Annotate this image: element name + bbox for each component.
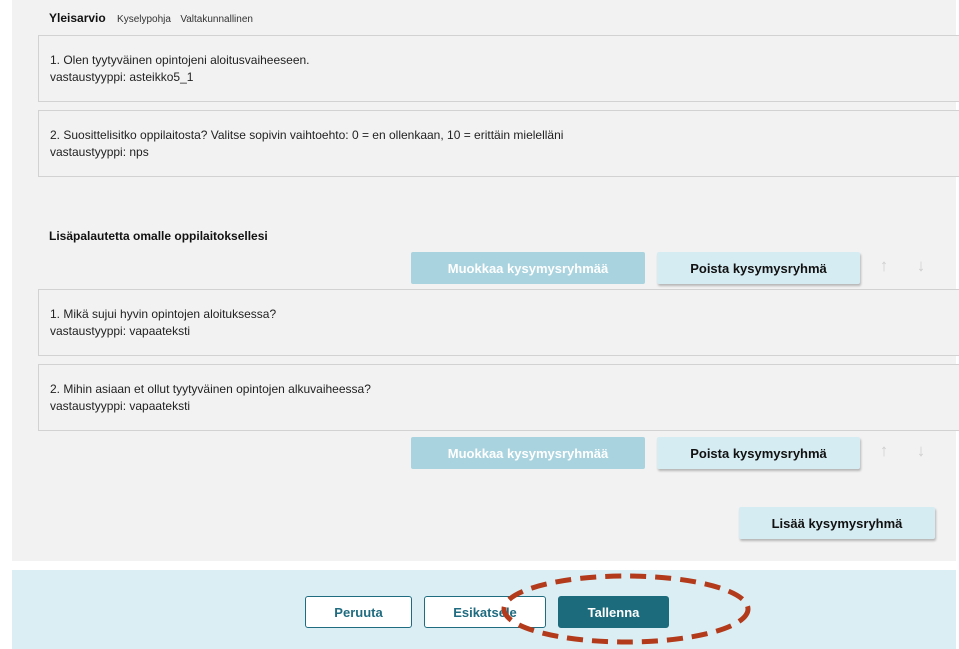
move-down-icon[interactable]: ↓	[913, 256, 929, 276]
move-down-icon[interactable]: ↓	[913, 441, 929, 461]
question-item[interactable]: 1. Mikä sujui hyvin opintojen aloitukses…	[38, 289, 959, 356]
question-text: 2. Suosittelisitko oppilaitosta? Valitse…	[50, 128, 564, 142]
question-answer-type: vastaustyyppi: vapaateksti	[50, 324, 191, 338]
question-item[interactable]: 2. Suosittelisitko oppilaitosta? Valitse…	[38, 110, 959, 177]
save-button[interactable]: Tallenna	[558, 596, 669, 628]
question-answer-type: vastaustyyppi: nps	[50, 145, 149, 159]
cancel-button[interactable]: Peruuta	[305, 596, 412, 628]
question-item[interactable]: 1. Olen tyytyväinen opintojeni aloitusva…	[38, 35, 959, 102]
question-text: 1. Olen tyytyväinen opintojeni aloitusva…	[50, 53, 310, 67]
group-tag-national: Valtakunnallinen	[180, 14, 253, 25]
question-answer-type: vastaustyyppi: vapaateksti	[50, 399, 191, 413]
delete-group-button[interactable]: Poista kysymysryhmä	[657, 252, 860, 284]
delete-group-button[interactable]: Poista kysymysryhmä	[657, 437, 860, 469]
move-up-icon[interactable]: ↑	[876, 441, 892, 461]
edit-group-button[interactable]: Muokkaa kysymysryhmää	[411, 437, 645, 469]
group-title-lisapalautetta: Lisäpalautetta omalle oppilaitoksellesi	[49, 229, 268, 243]
add-group-button[interactable]: Lisää kysymysryhmä	[739, 507, 935, 539]
group-header-yleisarvio: Yleisarvio Kyselypohja Valtakunnallinen	[49, 11, 253, 25]
question-text: 1. Mikä sujui hyvin opintojen aloitukses…	[50, 307, 277, 321]
edit-group-button[interactable]: Muokkaa kysymysryhmää	[411, 252, 645, 284]
question-text: 2. Mihin asiaan et ollut tyytyväinen opi…	[50, 382, 371, 396]
question-answer-type: vastaustyyppi: asteikko5_1	[50, 70, 194, 84]
preview-button[interactable]: Esikatsele	[424, 596, 546, 628]
question-item[interactable]: 2. Mihin asiaan et ollut tyytyväinen opi…	[38, 364, 959, 431]
group-tag-template: Kyselypohja	[117, 14, 171, 25]
move-up-icon[interactable]: ↑	[876, 256, 892, 276]
group-title: Yleisarvio	[49, 11, 106, 25]
